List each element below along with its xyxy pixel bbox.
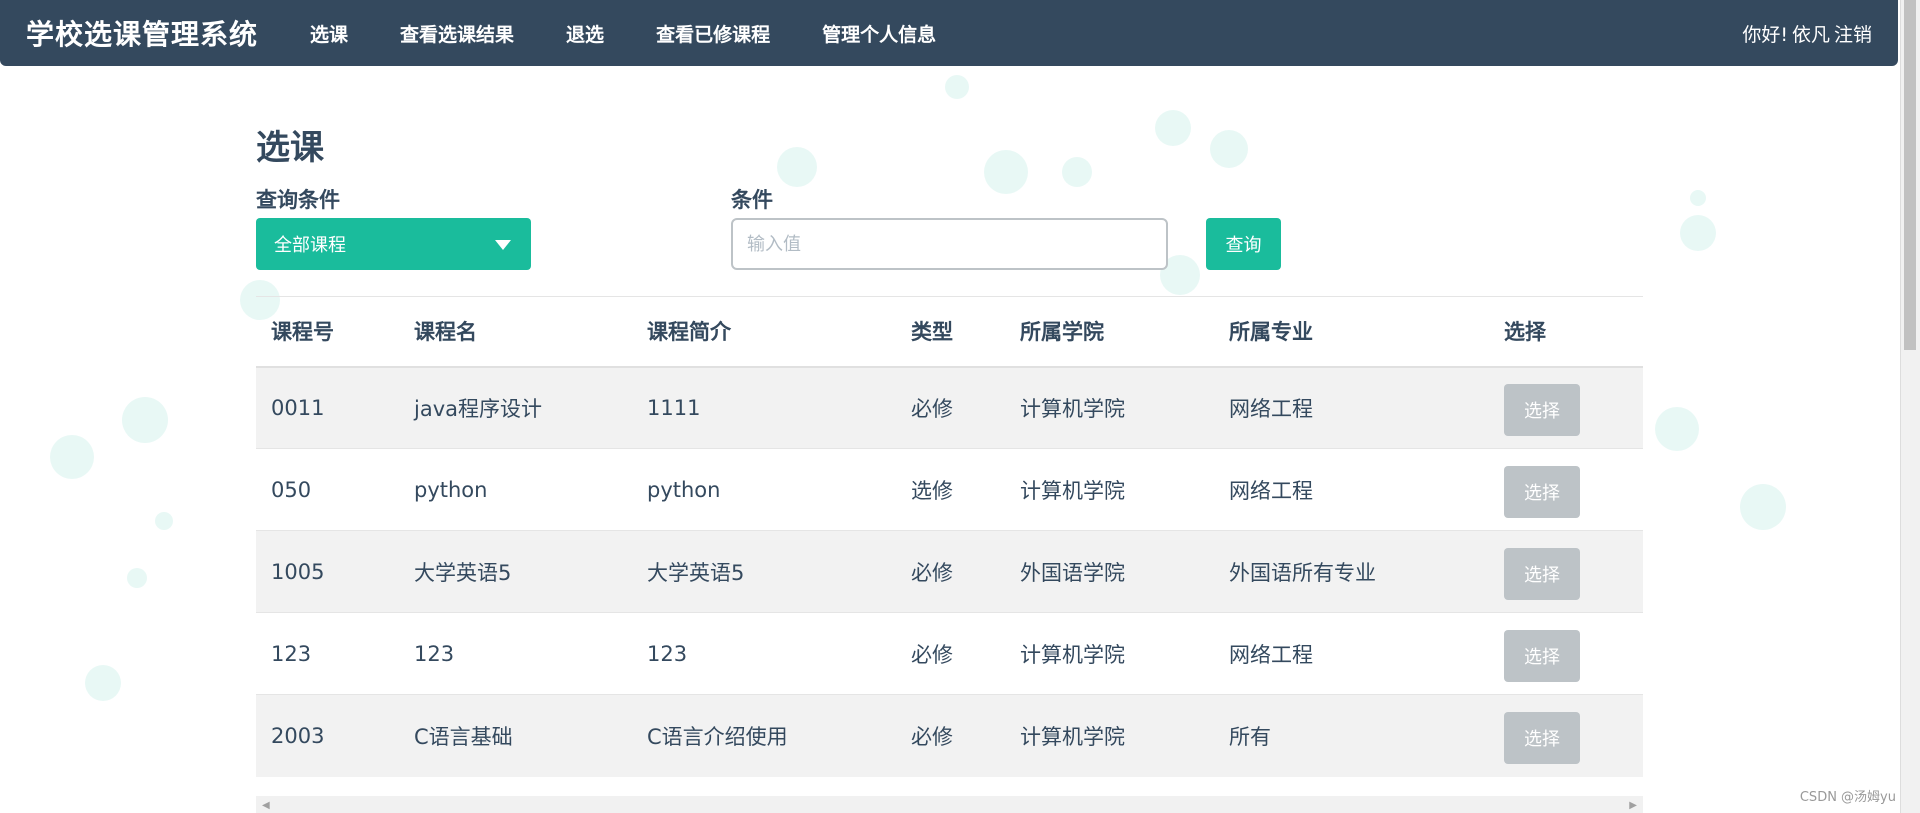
condition-input[interactable]: [731, 218, 1168, 270]
table-row: 2003 C语言基础 C语言介绍使用 必修 计算机学院 所有 选择: [256, 694, 1643, 777]
cell-college: 计算机学院: [1020, 642, 1125, 667]
cell-major: 所有: [1229, 724, 1271, 749]
query-condition-label: 查询条件: [256, 188, 340, 212]
chevron-down-icon: [495, 240, 511, 250]
decor-bubble: [127, 568, 147, 588]
table-header-row: 课程号 课程名 课程简介 类型 所属学院 所属专业 选择: [256, 296, 1643, 367]
decor-bubble: [1655, 407, 1699, 451]
col-header-type: 类型: [911, 320, 953, 345]
username: 依凡: [1791, 23, 1830, 46]
cell-course-id: 050: [271, 477, 312, 502]
decor-bubble: [85, 665, 121, 701]
cell-course-intro: C语言介绍使用: [647, 724, 788, 749]
cell-course-id: 0011: [271, 395, 325, 420]
horizontal-scrollbar[interactable]: ◀ ▶: [256, 796, 1643, 813]
cell-major: 网络工程: [1229, 642, 1313, 667]
select-course-button[interactable]: 选择: [1504, 629, 1580, 682]
page: 学校选课管理系统 选课 查看选课结果 退选 查看已修课程 管理个人信息 你好! …: [0, 0, 1920, 813]
cell-action: 选择: [1489, 613, 1643, 695]
cell-college: 计算机学院: [1020, 478, 1125, 503]
col-header-course-name: 课程名: [414, 320, 477, 345]
col-header-select: 选择: [1504, 320, 1546, 345]
scrollbar-thumb[interactable]: [1904, 0, 1916, 350]
course-table: 课程号 课程名 课程简介 类型 所属学院 所属专业 选择 0011 java程序…: [256, 296, 1643, 777]
cell-course-intro: 大学英语5: [647, 560, 745, 585]
table-row: 123 123 123 必修 计算机学院 网络工程 选择: [256, 612, 1643, 695]
cell-major: 网络工程: [1229, 478, 1313, 503]
cell-course-intro: 123: [647, 641, 688, 666]
greeting-text: 你好!: [1742, 23, 1788, 46]
col-header-major: 所属专业: [1229, 320, 1313, 345]
logout-link[interactable]: 注销: [1834, 20, 1872, 47]
select-course-button[interactable]: 选择: [1504, 465, 1580, 518]
cell-course-name: python: [414, 477, 488, 502]
query-button[interactable]: 查询: [1206, 218, 1281, 270]
cell-course-id: 1005: [271, 559, 325, 584]
col-header-course-intro: 课程简介: [647, 320, 731, 345]
cell-type: 必修: [911, 642, 953, 667]
cell-college: 外国语学院: [1020, 560, 1125, 585]
cell-type: 必修: [911, 560, 953, 585]
nav-item-drop-course[interactable]: 退选: [540, 0, 630, 66]
decor-bubble: [155, 512, 173, 530]
user-area: 你好! 依凡 注销: [1738, 0, 1872, 66]
cell-course-name: 大学英语5: [414, 560, 512, 585]
select-course-button[interactable]: 选择: [1504, 383, 1580, 436]
cell-action: 选择: [1489, 531, 1643, 613]
main-content: 选课 查询条件 全部课程 条件 查询 课程号 课程名 课程简介 类型 所属学院 …: [256, 120, 1643, 777]
cell-course-intro: python: [647, 477, 721, 502]
cell-type: 必修: [911, 396, 953, 421]
cell-course-intro: 1111: [647, 395, 701, 420]
select-course-button[interactable]: 选择: [1504, 711, 1580, 764]
cell-action: 选择: [1489, 695, 1643, 777]
cell-type: 选修: [911, 478, 953, 503]
cell-course-id: 123: [271, 641, 312, 666]
query-form: 查询条件 全部课程 条件 查询: [256, 184, 1643, 274]
cell-course-id: 2003: [271, 723, 325, 748]
cell-college: 计算机学院: [1020, 724, 1125, 749]
cell-action: 选择: [1489, 367, 1643, 449]
course-filter-value: 全部课程: [274, 235, 346, 256]
scroll-left-arrow-icon[interactable]: ◀: [262, 800, 270, 811]
decor-bubble: [1740, 484, 1786, 530]
vertical-scrollbar[interactable]: [1900, 0, 1920, 813]
cell-type: 必修: [911, 724, 953, 749]
table-row: 1005 大学英语5 大学英语5 必修 外国语学院 外国语所有专业 选择: [256, 530, 1643, 613]
decor-bubble: [1690, 190, 1706, 206]
table-row: 050 python python 选修 计算机学院 网络工程 选择: [256, 448, 1643, 531]
table-row: 0011 java程序设计 1111 必修 计算机学院 网络工程 选择: [256, 366, 1643, 449]
course-filter-select[interactable]: 全部课程: [256, 218, 531, 270]
nav-item-profile[interactable]: 管理个人信息: [796, 0, 962, 66]
nav-item-select-course[interactable]: 选课: [284, 0, 374, 66]
cell-major: 网络工程: [1229, 396, 1313, 421]
decor-bubble: [945, 75, 969, 99]
col-header-college: 所属学院: [1020, 320, 1104, 345]
nav-item-completed-courses[interactable]: 查看已修课程: [630, 0, 796, 66]
condition-label: 条件: [731, 188, 773, 212]
cell-action: 选择: [1489, 449, 1643, 531]
decor-bubble: [50, 435, 94, 479]
cell-course-name: java程序设计: [414, 396, 542, 421]
page-title: 选课: [256, 128, 324, 168]
decor-bubble: [122, 397, 168, 443]
watermark: CSDN @汤姆yu: [1799, 790, 1896, 805]
cell-course-name: 123: [414, 641, 455, 666]
col-header-course-id: 课程号: [271, 320, 334, 345]
cell-course-name: C语言基础: [414, 724, 513, 749]
cell-major: 外国语所有专业: [1229, 560, 1376, 585]
select-course-button[interactable]: 选择: [1504, 547, 1580, 600]
decor-bubble: [1680, 215, 1716, 251]
top-navbar: 学校选课管理系统 选课 查看选课结果 退选 查看已修课程 管理个人信息 你好! …: [0, 0, 1898, 66]
nav-item-view-results[interactable]: 查看选课结果: [374, 0, 540, 66]
nav-menu: 选课 查看选课结果 退选 查看已修课程 管理个人信息: [284, 0, 962, 66]
cell-college: 计算机学院: [1020, 396, 1125, 421]
app-brand[interactable]: 学校选课管理系统: [26, 13, 258, 53]
scroll-right-arrow-icon[interactable]: ▶: [1629, 800, 1637, 811]
